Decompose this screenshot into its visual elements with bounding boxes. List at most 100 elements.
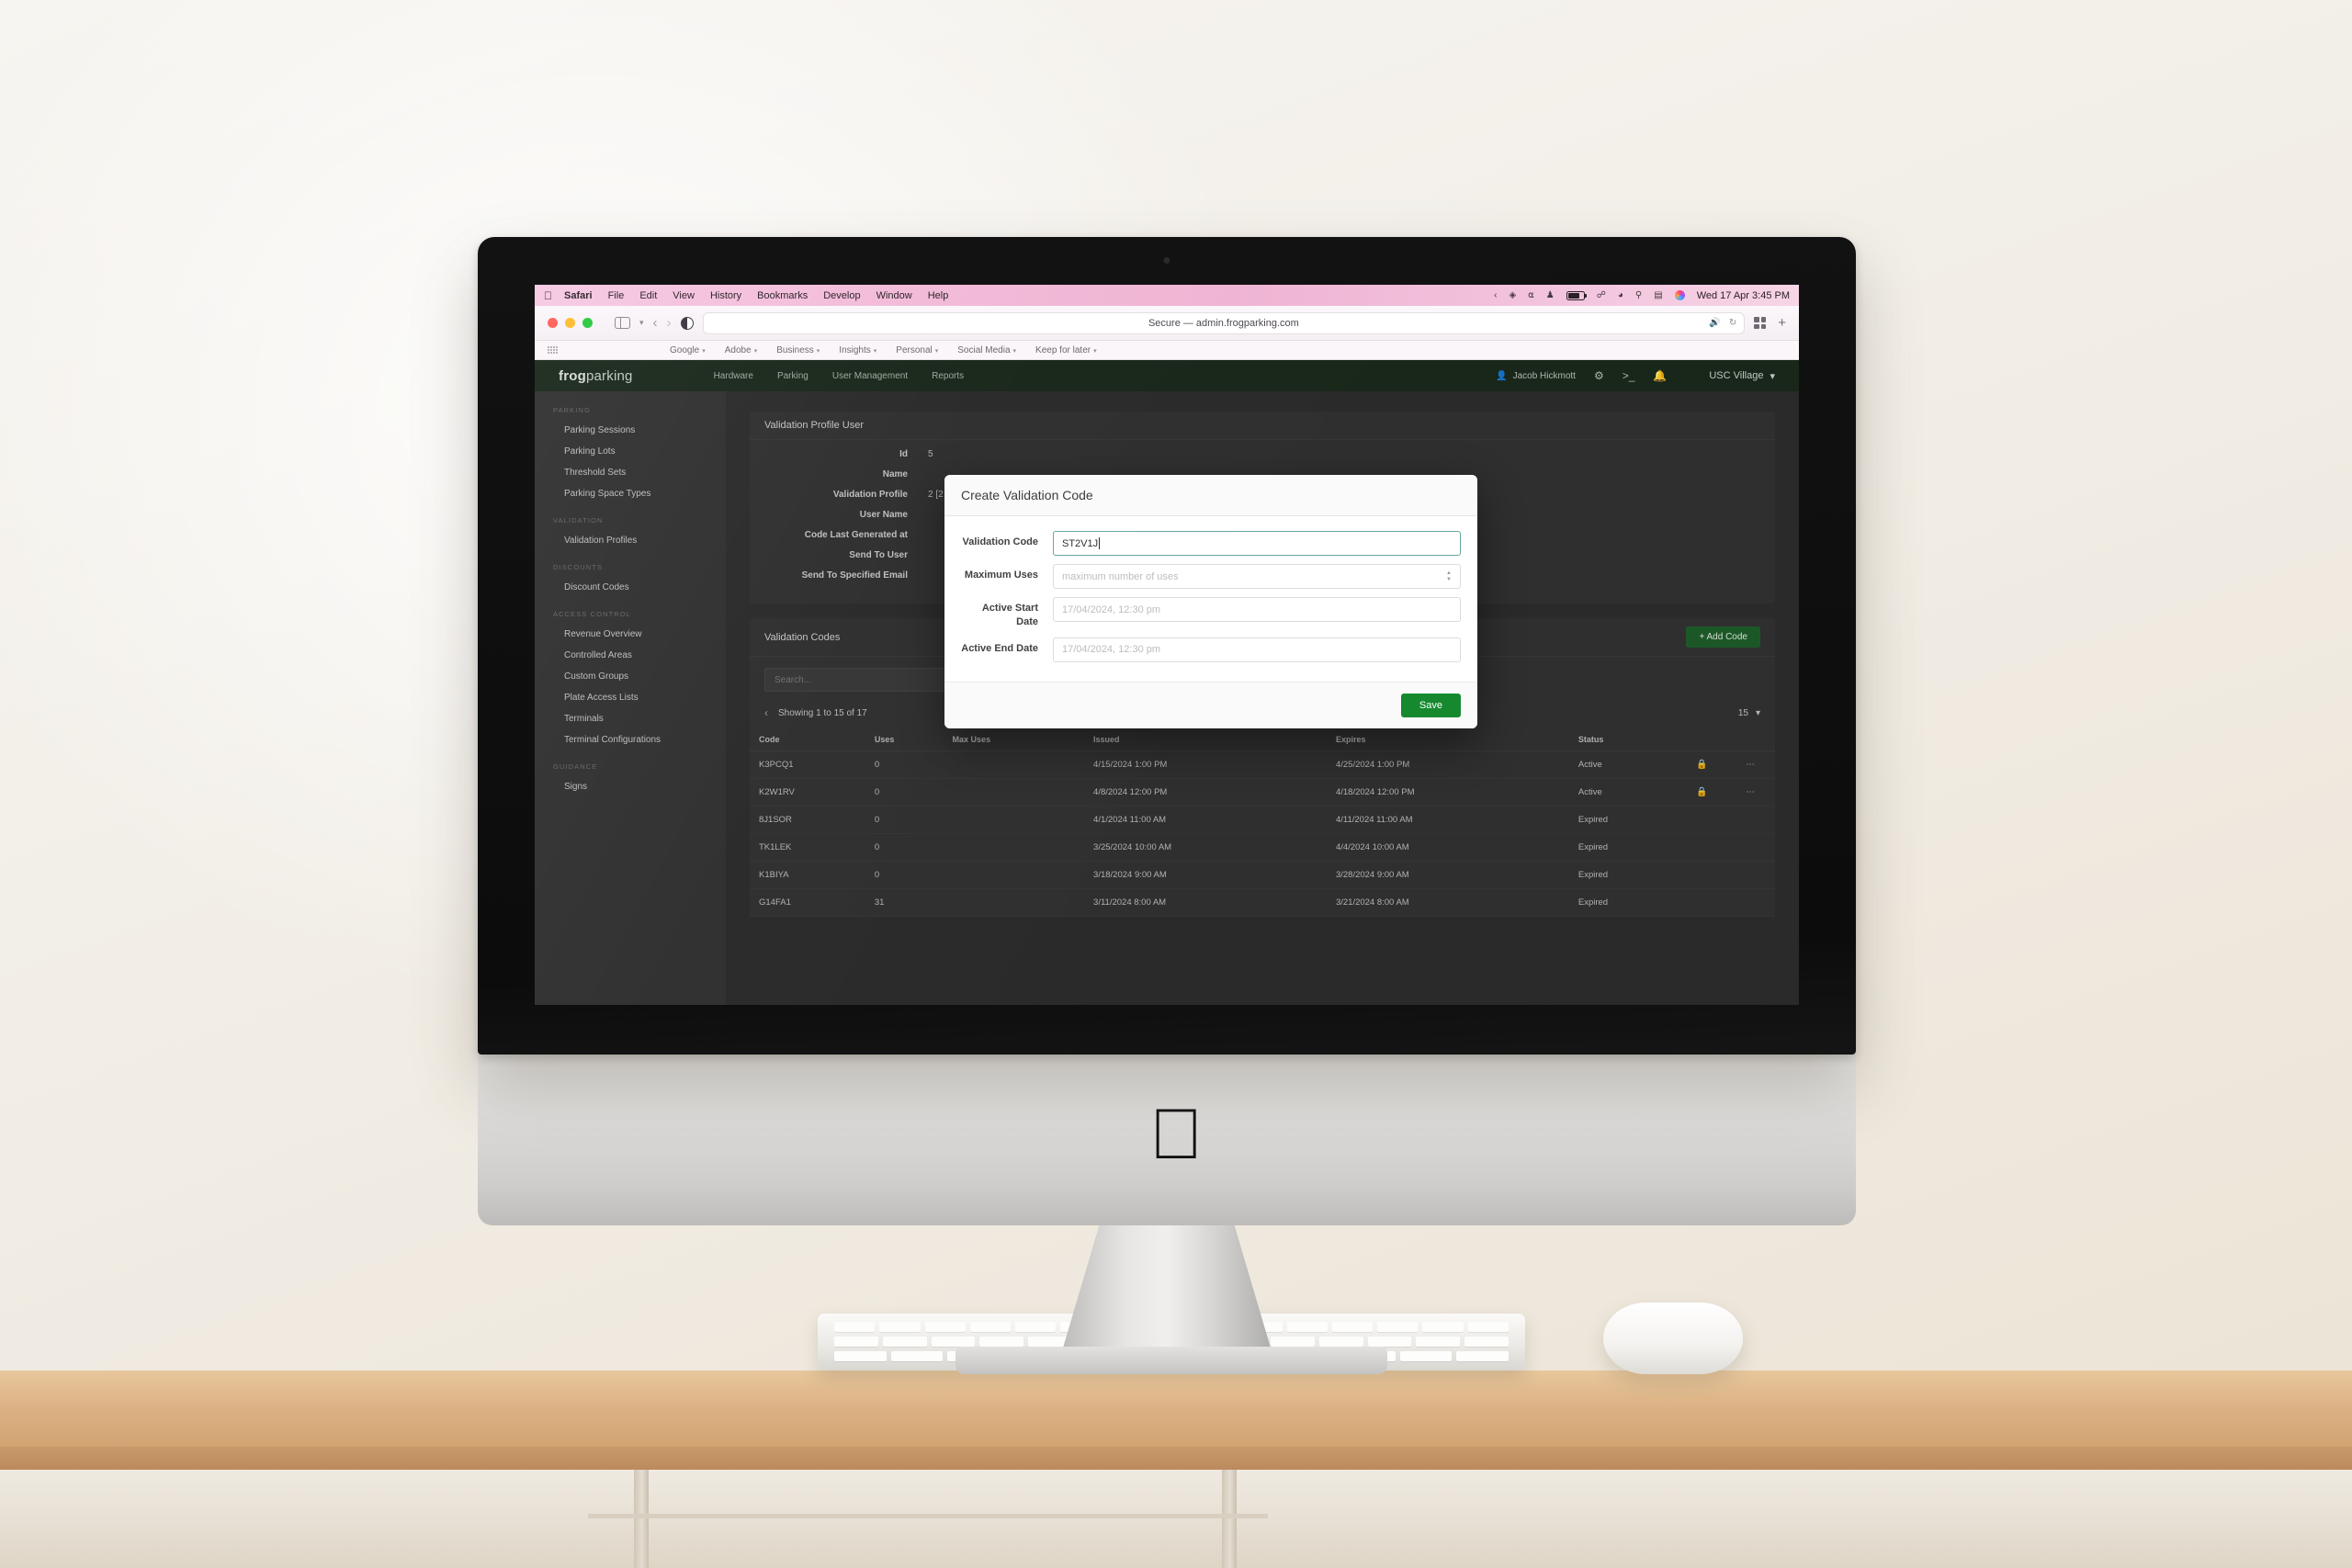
tab-overview-icon[interactable] xyxy=(1754,317,1767,329)
apple-logo-icon:  xyxy=(1149,1098,1204,1169)
bookmark-social-media[interactable]: Social Media ▾ xyxy=(957,345,1016,355)
menubar-clock[interactable]: Wed 17 Apr 3:45 PM xyxy=(1697,290,1790,301)
battery-icon[interactable] xyxy=(1566,290,1587,300)
minimize-window-button[interactable] xyxy=(565,318,575,328)
bookmark-label: Personal xyxy=(896,344,933,355)
chevron-down-icon: ▾ xyxy=(702,347,706,355)
bookmark-insights[interactable]: Insights ▾ xyxy=(839,345,876,355)
headphones-icon[interactable]: ⍺ xyxy=(1528,290,1534,300)
menu-view[interactable]: View xyxy=(673,290,695,301)
apple-menu-icon[interactable]:  xyxy=(544,289,552,302)
bookmark-keep-for-later[interactable]: Keep for later ▾ xyxy=(1035,345,1097,355)
bookmark-label: Business xyxy=(776,344,814,355)
window-traffic-lights xyxy=(548,318,593,328)
imac-bezel:  Safari File Edit View History Bookmark… xyxy=(478,237,1856,1055)
modal-form: Validation Code ST2V1J Maximum Uses maxi… xyxy=(944,516,1477,682)
address-bar-actions: 🔊 ↻ xyxy=(1709,318,1736,328)
bookmark-personal[interactable]: Personal ▾ xyxy=(896,345,938,355)
favorites-grid-icon[interactable] xyxy=(548,345,558,355)
modal-field-active-end-date: Active End Date 17/04/2024, 12:30 pm xyxy=(961,637,1461,662)
stepper-up-icon[interactable]: ▲ xyxy=(1446,570,1452,576)
new-tab-icon[interactable]: + xyxy=(1778,315,1786,331)
chevron-down-icon: ▾ xyxy=(1012,347,1017,355)
safari-toolbar: ▾ ‹ › Secure — admin.frogparking.com 🔊 ↻ xyxy=(535,306,1799,341)
menubar-status-area: ‹ ◈ ⍺ ♟ ☍ ◕ ⚲ ▤ Wed 17 Apr 3:45 PM xyxy=(1494,290,1790,301)
modal-title: Create Validation Code xyxy=(944,475,1477,516)
bookmark-label: Adobe xyxy=(724,344,752,355)
bookmark-label: Insights xyxy=(839,344,871,355)
facetime-camera-icon xyxy=(1163,257,1170,264)
chevron-down-icon[interactable]: ▾ xyxy=(639,318,644,328)
text-caret xyxy=(1099,537,1101,549)
menu-history[interactable]: History xyxy=(710,290,741,301)
spotlight-search-icon[interactable]: ⚲ xyxy=(1635,290,1642,300)
desk-surface xyxy=(0,1371,2352,1458)
modal-field-active-start-date: Active Start Date 17/04/2024, 12:30 pm xyxy=(961,597,1461,629)
frogparking-app: frogparking Hardware Parking User Manage… xyxy=(535,360,1799,1005)
imac-stand-foot xyxy=(956,1347,1387,1374)
photo-scene:   Safari File Edit View History Bookma… xyxy=(0,0,2352,1568)
menu-bookmarks[interactable]: Bookmarks xyxy=(757,290,808,301)
field-label: Active End Date xyxy=(961,642,1038,654)
reload-icon[interactable]: ↻ xyxy=(1729,318,1736,328)
imac-display:  Safari File Edit View History Bookmark… xyxy=(478,237,1856,1055)
field-label: Active Start Date xyxy=(981,603,1038,627)
bookmark-adobe[interactable]: Adobe ▾ xyxy=(725,345,757,355)
save-button[interactable]: Save xyxy=(1400,693,1461,717)
chevron-down-icon: ▾ xyxy=(753,347,758,355)
modal-field-validation-code: Validation Code ST2V1J xyxy=(961,531,1461,556)
wifi-icon[interactable]: ◕ xyxy=(1618,290,1623,300)
control-center-icon[interactable]: ▤ xyxy=(1654,290,1662,300)
reader-icon[interactable] xyxy=(680,316,694,330)
modal-field-maximum-uses: Maximum Uses maximum number of uses ▲ ▼ xyxy=(961,564,1461,589)
sidebar-icon[interactable] xyxy=(615,316,630,330)
bookmark-label: Social Media xyxy=(957,344,1011,355)
menu-develop[interactable]: Develop xyxy=(823,290,860,301)
safari-window: ▾ ‹ › Secure — admin.frogparking.com 🔊 ↻ xyxy=(535,306,1799,1005)
back-icon[interactable]: ‹ xyxy=(653,315,658,331)
chevron-down-icon: ▾ xyxy=(816,347,820,355)
field-label: Validation Code xyxy=(962,536,1038,547)
shelf-line xyxy=(588,1514,1268,1518)
bluetooth-icon[interactable]: ☍ xyxy=(1597,290,1606,300)
address-bar[interactable]: Secure — admin.frogparking.com 🔊 ↻ xyxy=(702,311,1746,334)
bookmark-google[interactable]: Google ▾ xyxy=(670,345,706,355)
mute-icon[interactable]: 🔊 xyxy=(1709,318,1720,328)
field-label: Maximum Uses xyxy=(964,570,1038,581)
bookmark-label: Keep for later xyxy=(1035,344,1091,355)
bookmark-business[interactable]: Business ▾ xyxy=(776,345,820,355)
screen-content:  Safari File Edit View History Bookmark… xyxy=(535,285,1799,1005)
chevron-down-icon: ▾ xyxy=(1093,347,1097,355)
siri-icon[interactable] xyxy=(1674,290,1685,300)
validation-code-input[interactable]: ST2V1J xyxy=(1053,531,1461,556)
desk-leg-left xyxy=(634,1470,649,1568)
menu-edit[interactable]: Edit xyxy=(639,290,657,301)
macos-menubar:  Safari File Edit View History Bookmark… xyxy=(535,285,1799,306)
menu-window[interactable]: Window xyxy=(876,290,912,301)
stepper-down-icon[interactable]: ▼ xyxy=(1446,577,1452,582)
floor-band xyxy=(0,1470,2352,1568)
desk-leg-right xyxy=(1222,1470,1237,1568)
menu-help[interactable]: Help xyxy=(928,290,949,301)
input-placeholder: 17/04/2024, 12:30 pm xyxy=(1062,644,1161,656)
input-value: ST2V1J xyxy=(1062,537,1099,549)
forward-icon[interactable]: › xyxy=(667,315,672,331)
active-start-date-input[interactable]: 17/04/2024, 12:30 pm xyxy=(1053,597,1461,622)
bookmarks-bar: Google ▾ Adobe ▾ Business ▾ Insights ▾ Perso… xyxy=(535,341,1799,360)
dropbox-icon[interactable]: ◈ xyxy=(1509,290,1516,300)
close-window-button[interactable] xyxy=(548,318,558,328)
airpods-icon[interactable]: ♟ xyxy=(1546,290,1555,300)
maximum-uses-input[interactable]: maximum number of uses ▲ ▼ xyxy=(1053,564,1461,589)
chevron-down-icon: ▾ xyxy=(873,347,877,355)
input-placeholder: maximum number of uses xyxy=(1062,570,1179,582)
active-end-date-input[interactable]: 17/04/2024, 12:30 pm xyxy=(1053,637,1461,662)
bookmark-label: Google xyxy=(670,344,700,355)
maximize-window-button[interactable] xyxy=(582,318,593,328)
chevron-left-icon[interactable]: ‹ xyxy=(1494,290,1497,300)
imac-bezel-top xyxy=(478,237,1856,285)
number-stepper-icon[interactable]: ▲ ▼ xyxy=(1446,570,1452,582)
menu-file[interactable]: File xyxy=(608,290,625,301)
menu-safari[interactable]: Safari xyxy=(564,290,593,301)
modal-footer: Save xyxy=(944,681,1477,728)
create-validation-code-modal: Create Validation Code Validation Code S… xyxy=(944,475,1477,728)
